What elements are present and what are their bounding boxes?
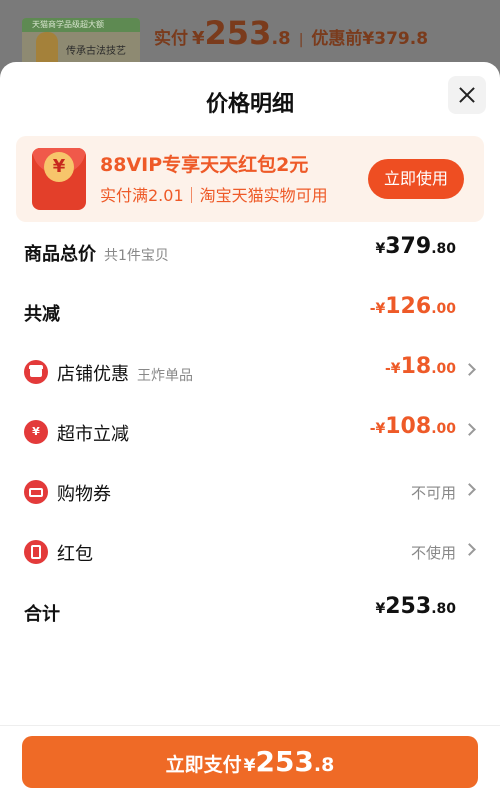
chevron-right-icon: [463, 543, 476, 556]
amount-integer: 379: [385, 234, 432, 259]
price-integer: 253: [204, 14, 272, 52]
pay-amount-integer: 253: [255, 745, 314, 778]
amount-integer: 108: [385, 414, 432, 439]
store-discount-text: 店铺优惠: [57, 364, 129, 385]
red-packet-icon: [24, 540, 48, 564]
ticket-icon: [24, 480, 48, 504]
chevron-right-icon: [463, 363, 476, 376]
chevron-right-icon: [463, 423, 476, 436]
vip-banner-title: 88VIP专享天天红包2元: [100, 154, 309, 176]
amount-decimal: .80: [431, 241, 456, 257]
store-icon: [24, 360, 48, 384]
store-discount-label: 店铺优惠 王炸单品: [57, 360, 193, 386]
reduction-label: 共减: [24, 304, 60, 325]
trophy-image: [36, 32, 58, 66]
currency-prefix: -¥: [385, 361, 401, 377]
use-now-button[interactable]: 立即使用: [368, 159, 464, 199]
thumbnail-band-text: 天猫商学品级超大额: [22, 18, 140, 32]
row-store-discount[interactable]: 店铺优惠 王炸单品 -¥18.00: [0, 352, 500, 392]
yuan-coin-icon: ¥: [44, 152, 74, 182]
goods-total-label: 商品总价 共1件宝贝: [24, 240, 169, 266]
goods-total-amount: ¥379.80: [376, 234, 457, 259]
pay-now-button[interactable]: 立即支付 ¥253.8: [22, 736, 478, 788]
red-envelope-icon: ¥: [32, 148, 86, 210]
currency-symbol: ¥: [375, 601, 386, 617]
currency-symbol: ¥: [192, 28, 205, 49]
close-button[interactable]: [448, 76, 486, 114]
currency-symbol: ¥: [243, 756, 256, 776]
supermarket-reduction-label: 超市立减: [57, 424, 129, 445]
coupon-status: 不可用: [410, 484, 456, 502]
amount-decimal: .00: [431, 361, 456, 377]
chevron-right-icon: [463, 483, 476, 496]
vip-banner-subtitle: 实付满2.01｜淘宝天猫实物可用: [100, 186, 328, 205]
background-price: 实付 ¥253.8 | 优惠前¥379.8: [154, 14, 428, 52]
sheet-title: 价格明细: [205, 92, 294, 117]
row-shopping-coupon[interactable]: 购物券 不可用: [0, 472, 500, 512]
amount-decimal: .80: [431, 601, 456, 617]
sum-amount: ¥253.80: [376, 594, 457, 619]
currency-prefix: -¥: [369, 421, 386, 437]
pay-amount-decimal: .8: [313, 754, 335, 776]
amount-integer: 18: [400, 354, 432, 379]
sum-label: 合计: [24, 604, 60, 625]
amount-integer: 126: [385, 294, 432, 319]
row-total-reduction: 共减 -¥126.00: [0, 292, 500, 332]
amount-decimal: .00: [431, 421, 456, 437]
row-goods-total: 商品总价 共1件宝贝 ¥379.80: [0, 232, 500, 272]
background-product-strip: 天猫商学品级超大额 传承古法技艺 实付 ¥253.8 | 优惠前¥379.8: [0, 0, 500, 70]
currency-prefix: -¥: [369, 301, 386, 317]
goods-total-text: 商品总价: [24, 244, 96, 265]
price-decimal: .8: [271, 28, 291, 49]
bottom-divider: [0, 725, 500, 726]
amount-integer: 253: [385, 594, 432, 619]
red-packet-label: 红包: [57, 544, 93, 565]
red-packet-status: 不使用: [410, 544, 456, 562]
row-red-packet[interactable]: 红包 不使用: [0, 532, 500, 572]
store-discount-sub: 王炸单品: [137, 368, 193, 384]
row-supermarket-reduction[interactable]: ¥ 超市立减 -¥108.00: [0, 412, 500, 452]
paid-label: 实付: [154, 29, 188, 49]
price-detail-sheet: 价格明细 ¥ 88VIP专享天天红包2元 实付满2.01｜淘宝天猫实物可用 立即…: [0, 62, 500, 809]
price-separator: |: [298, 32, 304, 48]
item-count: 共1件宝贝: [104, 248, 169, 264]
vip-red-packet-banner: ¥ 88VIP专享天天红包2元 实付满2.01｜淘宝天猫实物可用 立即使用: [16, 136, 484, 222]
supermarket-reduction-amount: -¥108.00: [370, 414, 456, 439]
thumbnail-caption: 传承古法技艺: [66, 46, 126, 57]
row-sum: 合计 ¥253.80: [0, 592, 500, 632]
pay-now-label: 立即支付: [165, 754, 242, 776]
reduction-amount: -¥126.00: [370, 294, 456, 319]
amount-decimal: .00: [431, 301, 456, 317]
currency-symbol: ¥: [375, 241, 386, 257]
original-price: 优惠前¥379.8: [311, 29, 429, 49]
yuan-coin-icon: ¥: [24, 420, 48, 444]
shopping-coupon-label: 购物券: [57, 484, 111, 505]
store-discount-amount: -¥18.00: [385, 354, 456, 379]
